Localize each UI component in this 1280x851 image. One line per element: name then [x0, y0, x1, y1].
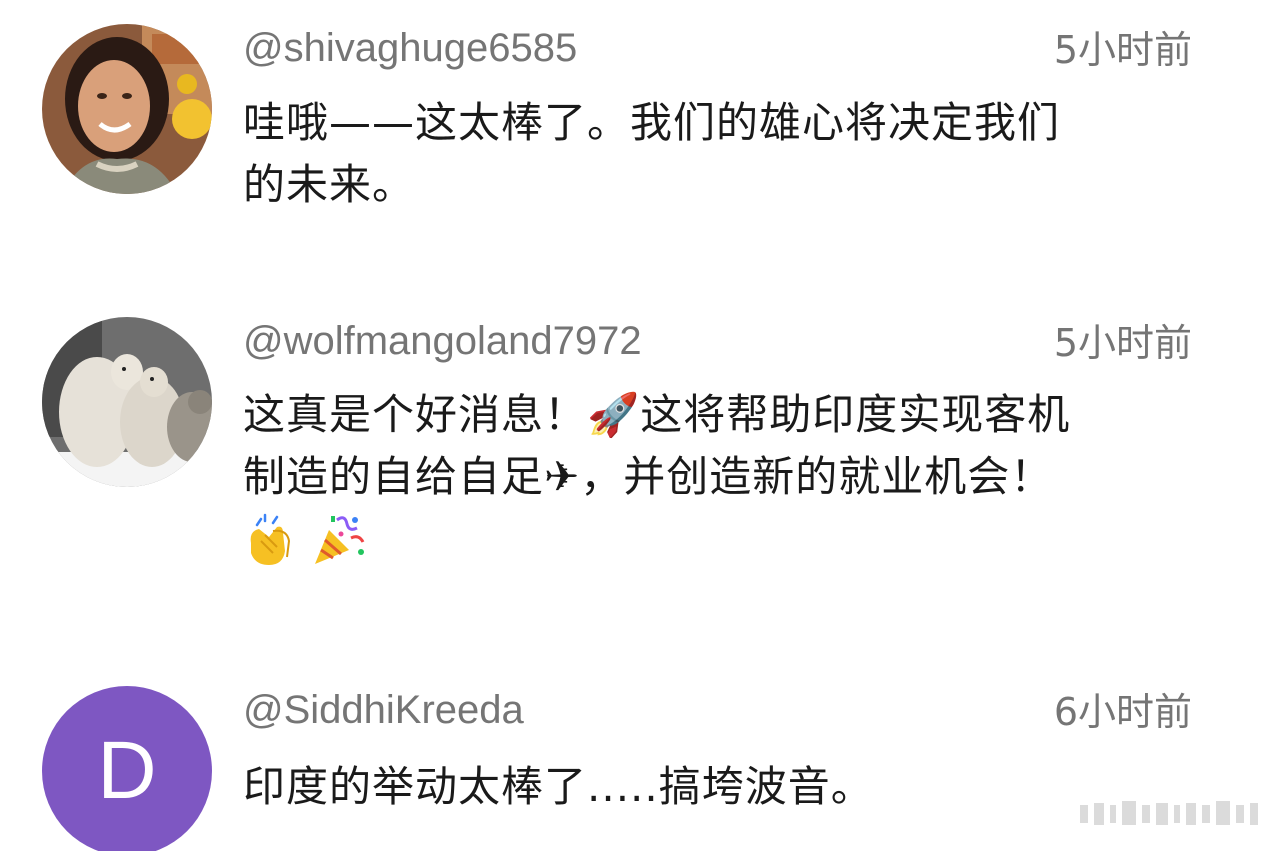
comment-text: 印度的举动太棒了.....搞垮波音。 [243, 756, 1203, 818]
avatar-letter: D [97, 725, 157, 816]
avatar[interactable] [42, 317, 212, 487]
comment-text-line: 的未来。 [243, 160, 416, 209]
comment-timestamp: 6小时前 [1053, 690, 1192, 734]
comment-timestamp: 5小时前 [1053, 28, 1192, 72]
comment-text: 这真是个好消息！🚀这将帮助印度实现客机 制造的自给自足✈，并创造新的就业机会！ [243, 384, 1203, 508]
comment-author-handle[interactable]: @SiddhiKreeda [243, 686, 524, 734]
comment-timestamp: 5小时前 [1053, 321, 1192, 365]
comment-text-line: 这真是个好消息！🚀这将帮助印度实现客机 [243, 390, 1071, 439]
avatar[interactable]: D [42, 686, 212, 851]
watermark-icon [1080, 801, 1258, 825]
comment-author-handle[interactable]: @shivaghuge6585 [243, 24, 577, 72]
comment-author-handle[interactable]: @wolfmangoland7972 [243, 317, 642, 365]
comment-list: @shivaghuge6585 5小时前 哇哦——这太棒了。我们的雄心将决定我们… [0, 0, 1280, 851]
wolves-photo [42, 317, 212, 487]
party-popper-icon [315, 516, 365, 564]
comment-text-line: 制造的自给自足✈，并创造新的就业机会！ [243, 452, 1054, 501]
clapping-hands-icon [250, 513, 291, 565]
avatar[interactable] [42, 24, 212, 194]
user-photo-woman [42, 24, 212, 194]
comment-text-line: 哇哦——这太棒了。我们的雄心将决定我们 [243, 98, 1061, 147]
comment-emoji-line [243, 512, 367, 568]
comment-text-line: 印度的举动太棒了.....搞垮波音。 [243, 762, 874, 811]
comment-text: 哇哦——这太棒了。我们的雄心将决定我们 的未来。 [243, 92, 1203, 216]
